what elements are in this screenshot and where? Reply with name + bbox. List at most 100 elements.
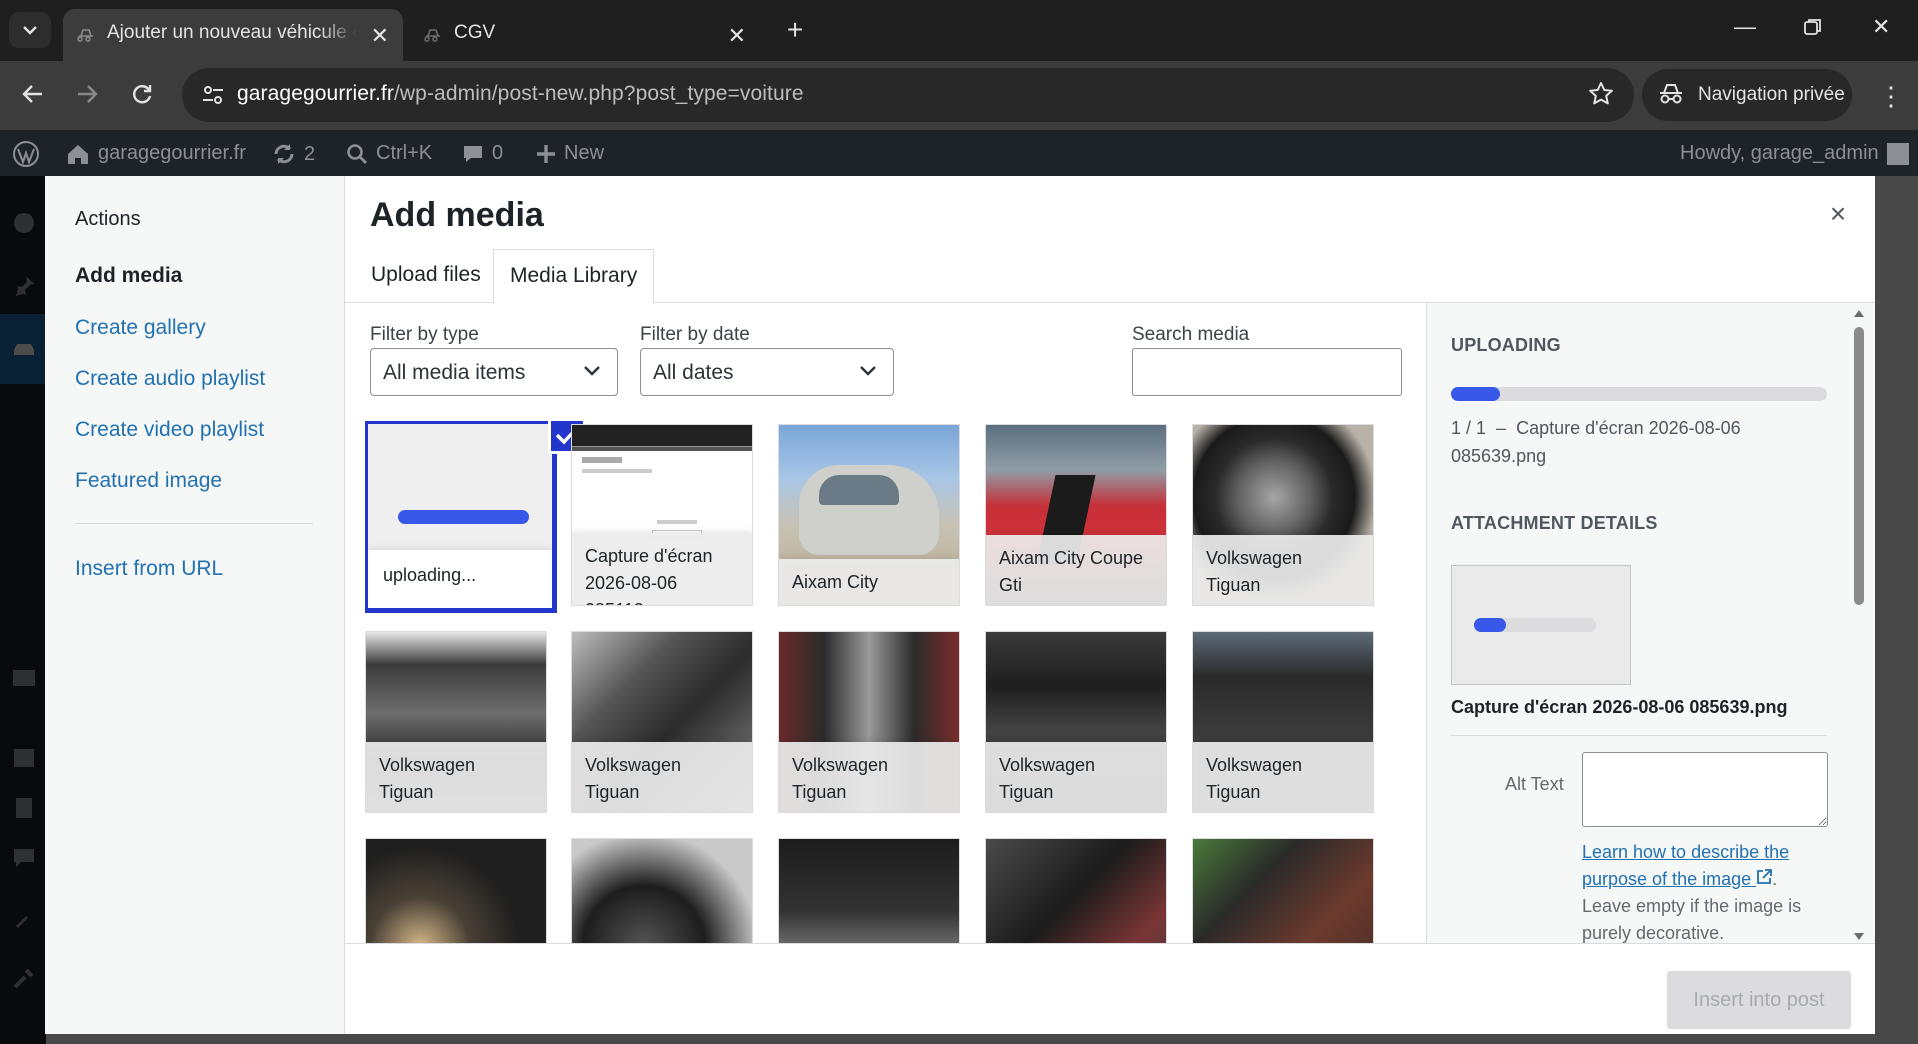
reload-icon[interactable] [131,81,153,112]
attachment-caption: Volkswagen Tiguan [986,742,1166,812]
media-router-tabs: Upload files Media Library [345,249,1875,304]
attachment-details-sidebar: Uploading 1 / 1 – Capture d'écran 2026-0… [1426,303,1875,946]
comments-link[interactable]: 0 [462,142,503,165]
menu-item-create-video-playlist[interactable]: Create video playlist [75,418,264,442]
menu-item-create-audio-playlist[interactable]: Create audio playlist [75,367,265,391]
close-tab-icon[interactable]: ✕ [728,23,746,49]
tab-search-button[interactable] [9,12,51,48]
wordpress-logo-icon[interactable] [12,140,40,168]
new-content-link[interactable]: New [536,142,604,165]
attachment-thumbnail[interactable] [778,838,960,944]
bookmark-star-icon[interactable] [1588,81,1614,107]
attachment-filename: Capture d'écran 2026-08-06 085639.png [1451,697,1788,717]
forward-arrow-icon[interactable] [76,81,98,112]
browser-tab-strip: Ajouter un nouveau véhicule « garagegour… [0,0,1918,61]
media-toolbar: Insert into post [345,943,1875,1034]
menu-separator [75,523,313,524]
chevron-down-icon [584,366,600,376]
menu-item-add-media[interactable]: Add media [75,264,182,288]
attachment-thumbnail[interactable]: Capture d'écran 2026-08-06 085112 [571,424,753,606]
alt-text-label: Alt Text [1505,774,1564,794]
menu-item-featured-image[interactable]: Featured image [75,469,222,493]
attachment-thumbnail[interactable]: Aixam City Coupe Gti [985,424,1167,606]
menu-item-create-gallery[interactable]: Create gallery [75,316,206,340]
tab-add-vehicle[interactable]: Ajouter un nouveau véhicule « garagegour… [63,9,403,61]
close-tab-icon[interactable]: ✕ [371,23,389,49]
attachment-caption: Volkswagen Tiguan [366,742,546,812]
thumbnail-progress-bar [1474,618,1596,632]
attachment-thumbnail[interactable]: Aixam City [778,424,960,606]
close-icon[interactable]: × [1821,198,1855,232]
attachment-thumbnail[interactable] [1192,838,1374,944]
media-menu: Actions Add media Create gallery Create … [45,176,345,1034]
alt-text-help: Learn how to describe the purpose of the… [1582,842,1802,943]
avatar [1886,142,1909,165]
attachment-caption: uploading... [368,550,552,608]
insert-into-post-button[interactable]: Insert into post [1667,971,1851,1029]
attachment-caption: Volkswagen Tiguan [1193,535,1373,605]
private-label: Navigation privée [1698,84,1845,105]
filter-type-select[interactable]: All media items [370,348,618,396]
attachments-grid: uploading... Capture d'écran 2026-08-06 … [365,421,1447,944]
search-icon [347,143,367,164]
upload-filename: 1 / 1 – Capture d'écran 2026-08-06 08563… [1451,418,1741,466]
attachment-thumbnail[interactable]: Volkswagen Tiguan [571,631,753,813]
site-info-icon[interactable] [200,82,226,108]
minimize-icon[interactable]: — [1734,14,1756,40]
attachment-thumbnail[interactable] [571,838,753,944]
attachment-thumbnail[interactable]: Volkswagen Tiguan [985,631,1167,813]
updates-link[interactable]: 2 [272,142,315,166]
sidebar-separator [1451,735,1827,736]
steering-wheel-photo-image [572,839,752,944]
incognito-favicon-icon [77,29,93,42]
attachment-thumbnail[interactable] [365,838,547,944]
admin-search-link[interactable]: Ctrl+K [346,142,432,165]
incognito-favicon-icon [424,29,440,42]
attachment-thumbnail[interactable]: Volkswagen Tiguan [778,631,960,813]
private-browsing-badge[interactable]: Navigation privée [1642,69,1852,121]
tab-title: CGV [454,22,496,43]
chevron-down-icon [860,366,876,376]
back-arrow-icon[interactable] [22,81,44,112]
upload-progress [1451,387,1827,401]
rear-seats-photo-image [1193,839,1373,944]
uploading-heading: Uploading [1451,335,1561,355]
sidebar-scrollbar[interactable] [1851,307,1867,943]
restore-icon[interactable] [1804,16,1822,42]
open-trunk-photo-image [779,839,959,944]
filter-date-select[interactable]: All dates [640,348,894,396]
upload-progress-fill [1451,387,1500,401]
address-bar[interactable]: garagegourrier.fr/wp-admin/post-new.php?… [182,68,1634,122]
tab-title: Ajouter un nouveau véhicule « garagegour… [107,22,357,43]
media-menu-heading: Actions [75,208,141,230]
tab-cgv[interactable]: CGV ✕ [410,9,760,61]
attachment-caption: Aixam City Coupe Gti [986,535,1166,605]
attachment-thumbnail[interactable]: Volkswagen Tiguan [1192,631,1374,813]
my-account-link[interactable]: Howdy, garage_admin [1680,142,1909,165]
filter-type-label: Filter by type [370,324,479,345]
tab-upload-files[interactable]: Upload files [355,249,497,303]
learn-alt-text-link[interactable]: Learn how to describe the purpose of the… [1582,842,1789,889]
plus-icon [537,144,555,163]
attachment-thumbnail[interactable]: Volkswagen Tiguan [365,631,547,813]
new-tab-plus-icon[interactable]: + [780,14,810,45]
site-name-link[interactable]: garagegourrier.fr [66,142,246,165]
home-icon [68,144,88,164]
attachment-caption: Capture d'écran 2026-08-06 085112 [572,533,752,605]
upload-progress-bar [398,510,529,524]
url-text: garagegourrier.fr/wp-admin/post-new.php?… [237,82,804,105]
attachment-thumbnail[interactable]: Volkswagen Tiguan [1192,424,1374,606]
tab-media-library[interactable]: Media Library [493,249,655,304]
chevron-down-icon [23,26,37,35]
more-options-icon[interactable]: ⋮ [1878,81,1904,112]
close-window-icon[interactable]: ✕ [1872,14,1890,40]
attachment-caption: Volkswagen Tiguan [1193,742,1373,812]
attachment-caption: Volkswagen Tiguan [779,742,959,812]
attachment-details-heading: Attachment Details [1451,513,1658,533]
attachment-uploading[interactable]: uploading... [365,421,557,613]
alt-text-input[interactable] [1582,752,1828,827]
search-media-input[interactable] [1132,348,1402,396]
media-modal: Actions Add media Create gallery Create … [45,176,1875,1034]
menu-item-insert-from-url[interactable]: Insert from URL [75,557,223,581]
attachment-thumbnail[interactable] [985,838,1167,944]
